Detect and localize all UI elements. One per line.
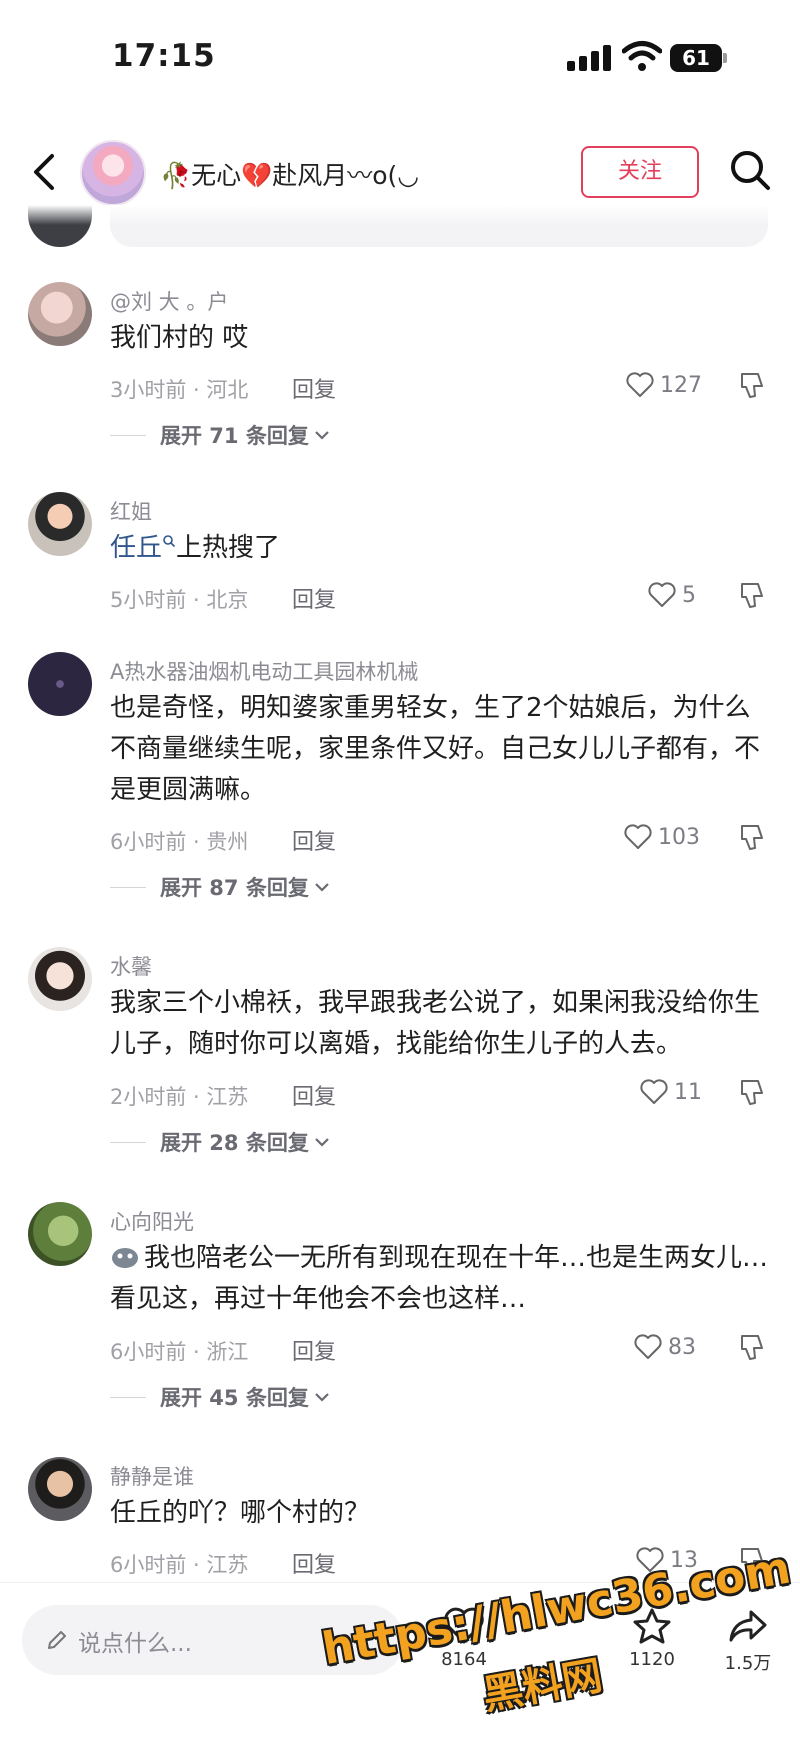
expand-replies[interactable]: 展开 28 条回复: [110, 1127, 331, 1157]
reply-button[interactable]: 回复: [292, 1334, 336, 1366]
expand-replies[interactable]: 展开 71 条回复: [110, 420, 331, 450]
comment-body: 上热搜了: [176, 533, 281, 563]
commenter-name[interactable]: A热水器油烟机电动工具园林机械: [110, 656, 418, 686]
search-hashtag-icon: [163, 535, 176, 548]
like-count: 83: [668, 1334, 696, 1360]
reply-button[interactable]: 回复: [292, 372, 336, 404]
dislike-icon[interactable]: [738, 370, 766, 400]
commenter-name[interactable]: 心向阳光: [110, 1206, 194, 1236]
comment-time-location: 6小时前 · 贵州: [110, 830, 249, 854]
commenter-name[interactable]: 红姐: [110, 496, 152, 526]
like-count: 11: [674, 1079, 702, 1105]
like-button[interactable]: 5: [648, 580, 696, 610]
comment-time-location: 6小时前 · 江苏: [110, 1553, 249, 1577]
like-count: 103: [658, 824, 700, 850]
author-name[interactable]: 🥀无心💔赴风月〰o(◡: [160, 156, 419, 192]
chevron-down-icon: [315, 431, 329, 440]
divider-line: [110, 434, 146, 436]
like-button[interactable]: 103: [624, 822, 700, 852]
commenter-avatar[interactable]: [28, 947, 92, 1011]
chevron-down-icon: [315, 1393, 329, 1402]
dislike-icon[interactable]: [738, 1077, 766, 1107]
dislike-icon[interactable]: [738, 822, 766, 852]
commenter-avatar[interactable]: [28, 282, 92, 346]
commenter-name[interactable]: @刘 大 。户: [110, 286, 228, 316]
comment-text: 也是奇怪，明知婆家重男轻女，生了2个姑娘后，为什么不商量继续生呢，家里条件又好。…: [110, 693, 761, 805]
reply-button[interactable]: 回复: [292, 824, 336, 856]
commenter-name[interactable]: 水馨: [110, 951, 152, 981]
comment-time-location: 3小时前 · 河北: [110, 378, 249, 402]
heart-icon: [640, 1079, 668, 1104]
wifi-icon: [622, 41, 662, 71]
commenter-avatar[interactable]: [28, 1202, 92, 1266]
dislike-icon[interactable]: [738, 580, 766, 610]
battery-indicator: 61: [670, 44, 727, 72]
comment-time-location: 6小时前 · 浙江: [110, 1340, 249, 1364]
comment-text: 我也陪老公一无所有到现在现在十年…也是生两女儿…看见这，再过十年他会不会也这样…: [110, 1238, 770, 1320]
dislike-icon[interactable]: [738, 1332, 766, 1362]
divider-line: [110, 886, 146, 888]
comment-body: 我也陪老公一无所有到现在现在十年…也是生两女儿…看见这，再过十年他会不会也这样…: [110, 1243, 769, 1314]
commenter-name[interactable]: 静静是谁: [110, 1461, 194, 1491]
status-bar: 17:15 61: [0, 0, 800, 110]
like-button[interactable]: 127: [626, 370, 702, 400]
expand-replies-label: 展开 87 条回复: [160, 876, 309, 900]
back-arrow-icon[interactable]: [26, 150, 62, 194]
like-count: 5: [682, 582, 696, 608]
comment-time-location: 2小时前 · 江苏: [110, 1085, 249, 1109]
comment-input-placeholder: 说点什么...: [78, 1631, 192, 1657]
follow-button[interactable]: 关注: [581, 146, 699, 198]
commenter-avatar[interactable]: [28, 492, 92, 556]
hashtag-link[interactable]: 任丘: [110, 533, 162, 563]
search-icon[interactable]: [728, 148, 772, 192]
comment-text: 任丘的吖？哪个村的？: [110, 1498, 371, 1528]
heart-icon: [634, 1334, 662, 1359]
like-button[interactable]: 11: [640, 1077, 702, 1107]
reply-button[interactable]: 回复: [292, 1547, 336, 1579]
pen-icon: [48, 1631, 66, 1649]
heart-icon: [624, 824, 652, 849]
reply-button[interactable]: 回复: [292, 1079, 336, 1111]
reply-button[interactable]: 回复: [292, 582, 336, 614]
expand-replies-label: 展开 71 条回复: [160, 424, 309, 448]
divider-line: [110, 1141, 146, 1143]
cellular-signal-icon: [567, 45, 613, 71]
commenter-avatar[interactable]: [28, 652, 92, 716]
expand-replies-label: 展开 45 条回复: [160, 1386, 309, 1410]
heart-icon: [626, 372, 654, 397]
chevron-down-icon: [315, 1138, 329, 1147]
commenter-avatar[interactable]: [28, 1457, 92, 1521]
chevron-down-icon: [315, 883, 329, 892]
expand-replies-label: 展开 28 条回复: [160, 1131, 309, 1155]
expand-replies[interactable]: 展开 45 条回复: [110, 1382, 331, 1412]
comment-time-location: 5小时前 · 北京: [110, 588, 249, 612]
like-count: 127: [660, 372, 702, 398]
like-button[interactable]: 83: [634, 1332, 696, 1362]
comment-text: 我们村的 哎: [110, 323, 249, 353]
emoji-sticker-icon: [112, 1248, 138, 1268]
status-time: 17:15: [112, 38, 216, 74]
scroll-fade: [0, 205, 800, 225]
author-avatar[interactable]: [80, 140, 146, 206]
divider-line: [110, 1396, 146, 1398]
heart-icon: [648, 582, 676, 607]
expand-replies[interactable]: 展开 87 条回复: [110, 872, 331, 902]
comment-text: 任丘 上热搜了: [110, 528, 770, 569]
comment-text: 我家三个小棉袄，我早跟我老公说了，如果闲我没给你生儿子，随时你可以离婚，找能给你…: [110, 988, 761, 1059]
watermark-name: 黑料网: [479, 1652, 606, 1719]
